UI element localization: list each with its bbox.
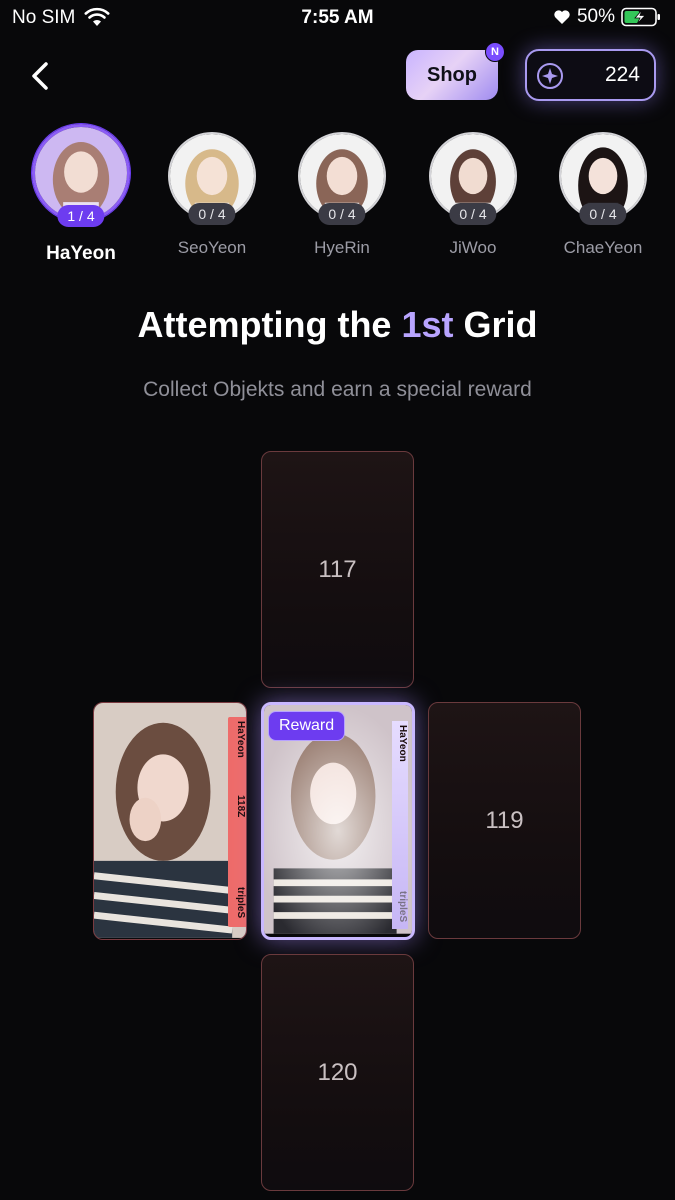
- member-progress: 0 / 4: [318, 203, 366, 225]
- member-name: HyeRin: [314, 238, 370, 257]
- status-bar: No SIM 7:55 AM 50%: [0, 0, 675, 36]
- battery-percent: 50%: [576, 6, 615, 27]
- reward-card[interactable]: HaYeon tripleS Reward: [261, 702, 415, 940]
- member-seoyeon[interactable]: 0 / 4 SeoYeon: [152, 128, 272, 268]
- battery-charging-icon: [621, 7, 660, 27]
- slot-number: 119: [485, 806, 524, 834]
- member-name: JiWoo: [449, 238, 497, 257]
- reward-member: HaYeon: [397, 725, 408, 762]
- member-name: SeoYeon: [177, 238, 247, 257]
- compass-star-icon: [537, 63, 563, 89]
- member-jiwoo[interactable]: 0 / 4 JiWoo: [413, 128, 533, 268]
- back-button[interactable]: [24, 56, 58, 96]
- member-hayeon[interactable]: 1 / 4 HaYeon: [21, 124, 141, 268]
- member-progress: 0 / 4: [449, 203, 497, 225]
- objekt-number: 118Z: [235, 795, 246, 818]
- grid-subtitle: Collect Objekts and earn a special rewar…: [143, 378, 532, 401]
- objekt-member: HaYeon: [235, 721, 246, 758]
- objekt-card-collected[interactable]: HaYeon 118Z tripleS: [93, 702, 247, 940]
- objekt-photo: [94, 703, 246, 938]
- grid-title-suffix: Grid: [453, 304, 538, 345]
- slot-number: 117: [318, 555, 357, 583]
- grid-slot-bottom[interactable]: 120: [261, 954, 414, 1191]
- grid-title: Attempting the 1st Grid: [0, 304, 675, 346]
- member-name: HaYeon: [46, 243, 116, 264]
- balance-value: 224: [604, 63, 640, 86]
- member-progress: 0 / 4: [188, 203, 236, 225]
- grid-slot-top[interactable]: 117: [261, 451, 414, 688]
- member-name: ChaeYeon: [563, 238, 643, 257]
- shop-button[interactable]: Shop: [406, 50, 498, 100]
- member-progress: 1 / 4: [57, 205, 105, 227]
- balance-button[interactable]: 224: [525, 49, 656, 101]
- shop-new-badge: N: [485, 42, 505, 62]
- grid-title-prefix: Attempting the: [137, 304, 402, 345]
- reward-brand: tripleS: [397, 891, 408, 923]
- chevron-left-icon: [32, 62, 48, 90]
- grid-title-ordinal: 1st: [401, 304, 454, 345]
- member-progress: 0 / 4: [579, 203, 627, 225]
- heart-icon: [554, 10, 570, 24]
- slot-number: 120: [317, 1058, 358, 1086]
- grid-slot-right[interactable]: 119: [428, 702, 581, 939]
- reward-badge: Reward: [268, 711, 346, 741]
- member-hyerin[interactable]: 0 / 4 HyeRin: [282, 128, 402, 268]
- objekt-brand: tripleS: [235, 887, 246, 919]
- member-chaeyeon[interactable]: 0 / 4 ChaeYeon: [543, 128, 663, 268]
